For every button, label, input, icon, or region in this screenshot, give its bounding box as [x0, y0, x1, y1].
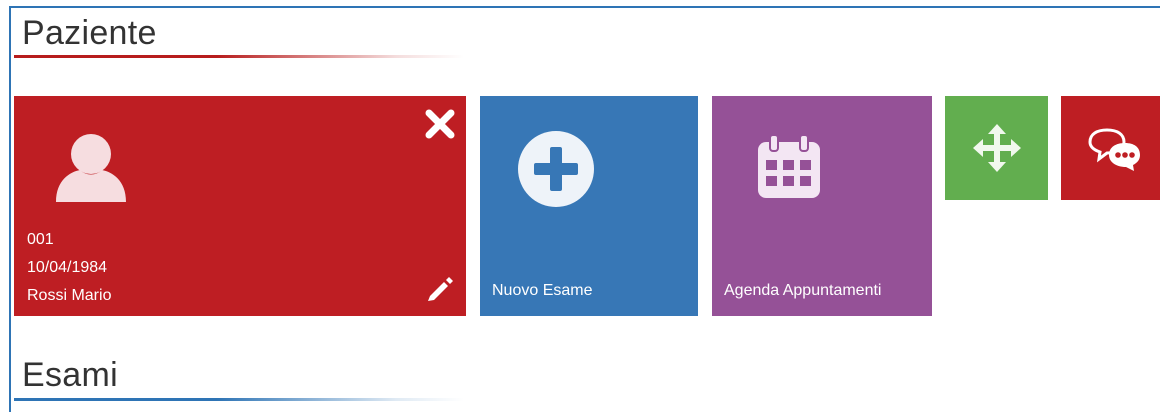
patient-code: 001 [27, 231, 54, 248]
pencil-icon[interactable] [426, 274, 454, 302]
close-icon[interactable] [424, 108, 456, 140]
chat-tile[interactable] [1061, 96, 1160, 200]
agenda-label: Agenda Appuntamenti [724, 282, 882, 299]
section-divider-paziente [14, 55, 464, 58]
patient-info: 001 10/04/1984 Rossi Mario [27, 226, 111, 310]
patient-birth-date: 10/04/1984 [27, 259, 108, 276]
arrows-move-icon [973, 124, 1021, 172]
patient-name: Rossi Mario [27, 287, 112, 304]
section-title-esami: Esami [22, 356, 118, 394]
chat-bubbles-icon [1088, 128, 1140, 171]
section-divider-esami [14, 398, 464, 401]
new-exam-label: Nuovo Esame [492, 282, 593, 299]
agenda-tile[interactable]: Agenda Appuntamenti [712, 96, 932, 316]
new-exam-tile[interactable]: Nuovo Esame [480, 96, 698, 316]
move-tile[interactable] [945, 96, 1048, 200]
plus-circle-icon [518, 131, 594, 207]
section-title-paziente: Paziente [22, 14, 157, 52]
patient-card-tile[interactable]: 001 10/04/1984 Rossi Mario [14, 96, 466, 316]
user-icon [56, 134, 126, 202]
calendar-icon [758, 134, 820, 198]
